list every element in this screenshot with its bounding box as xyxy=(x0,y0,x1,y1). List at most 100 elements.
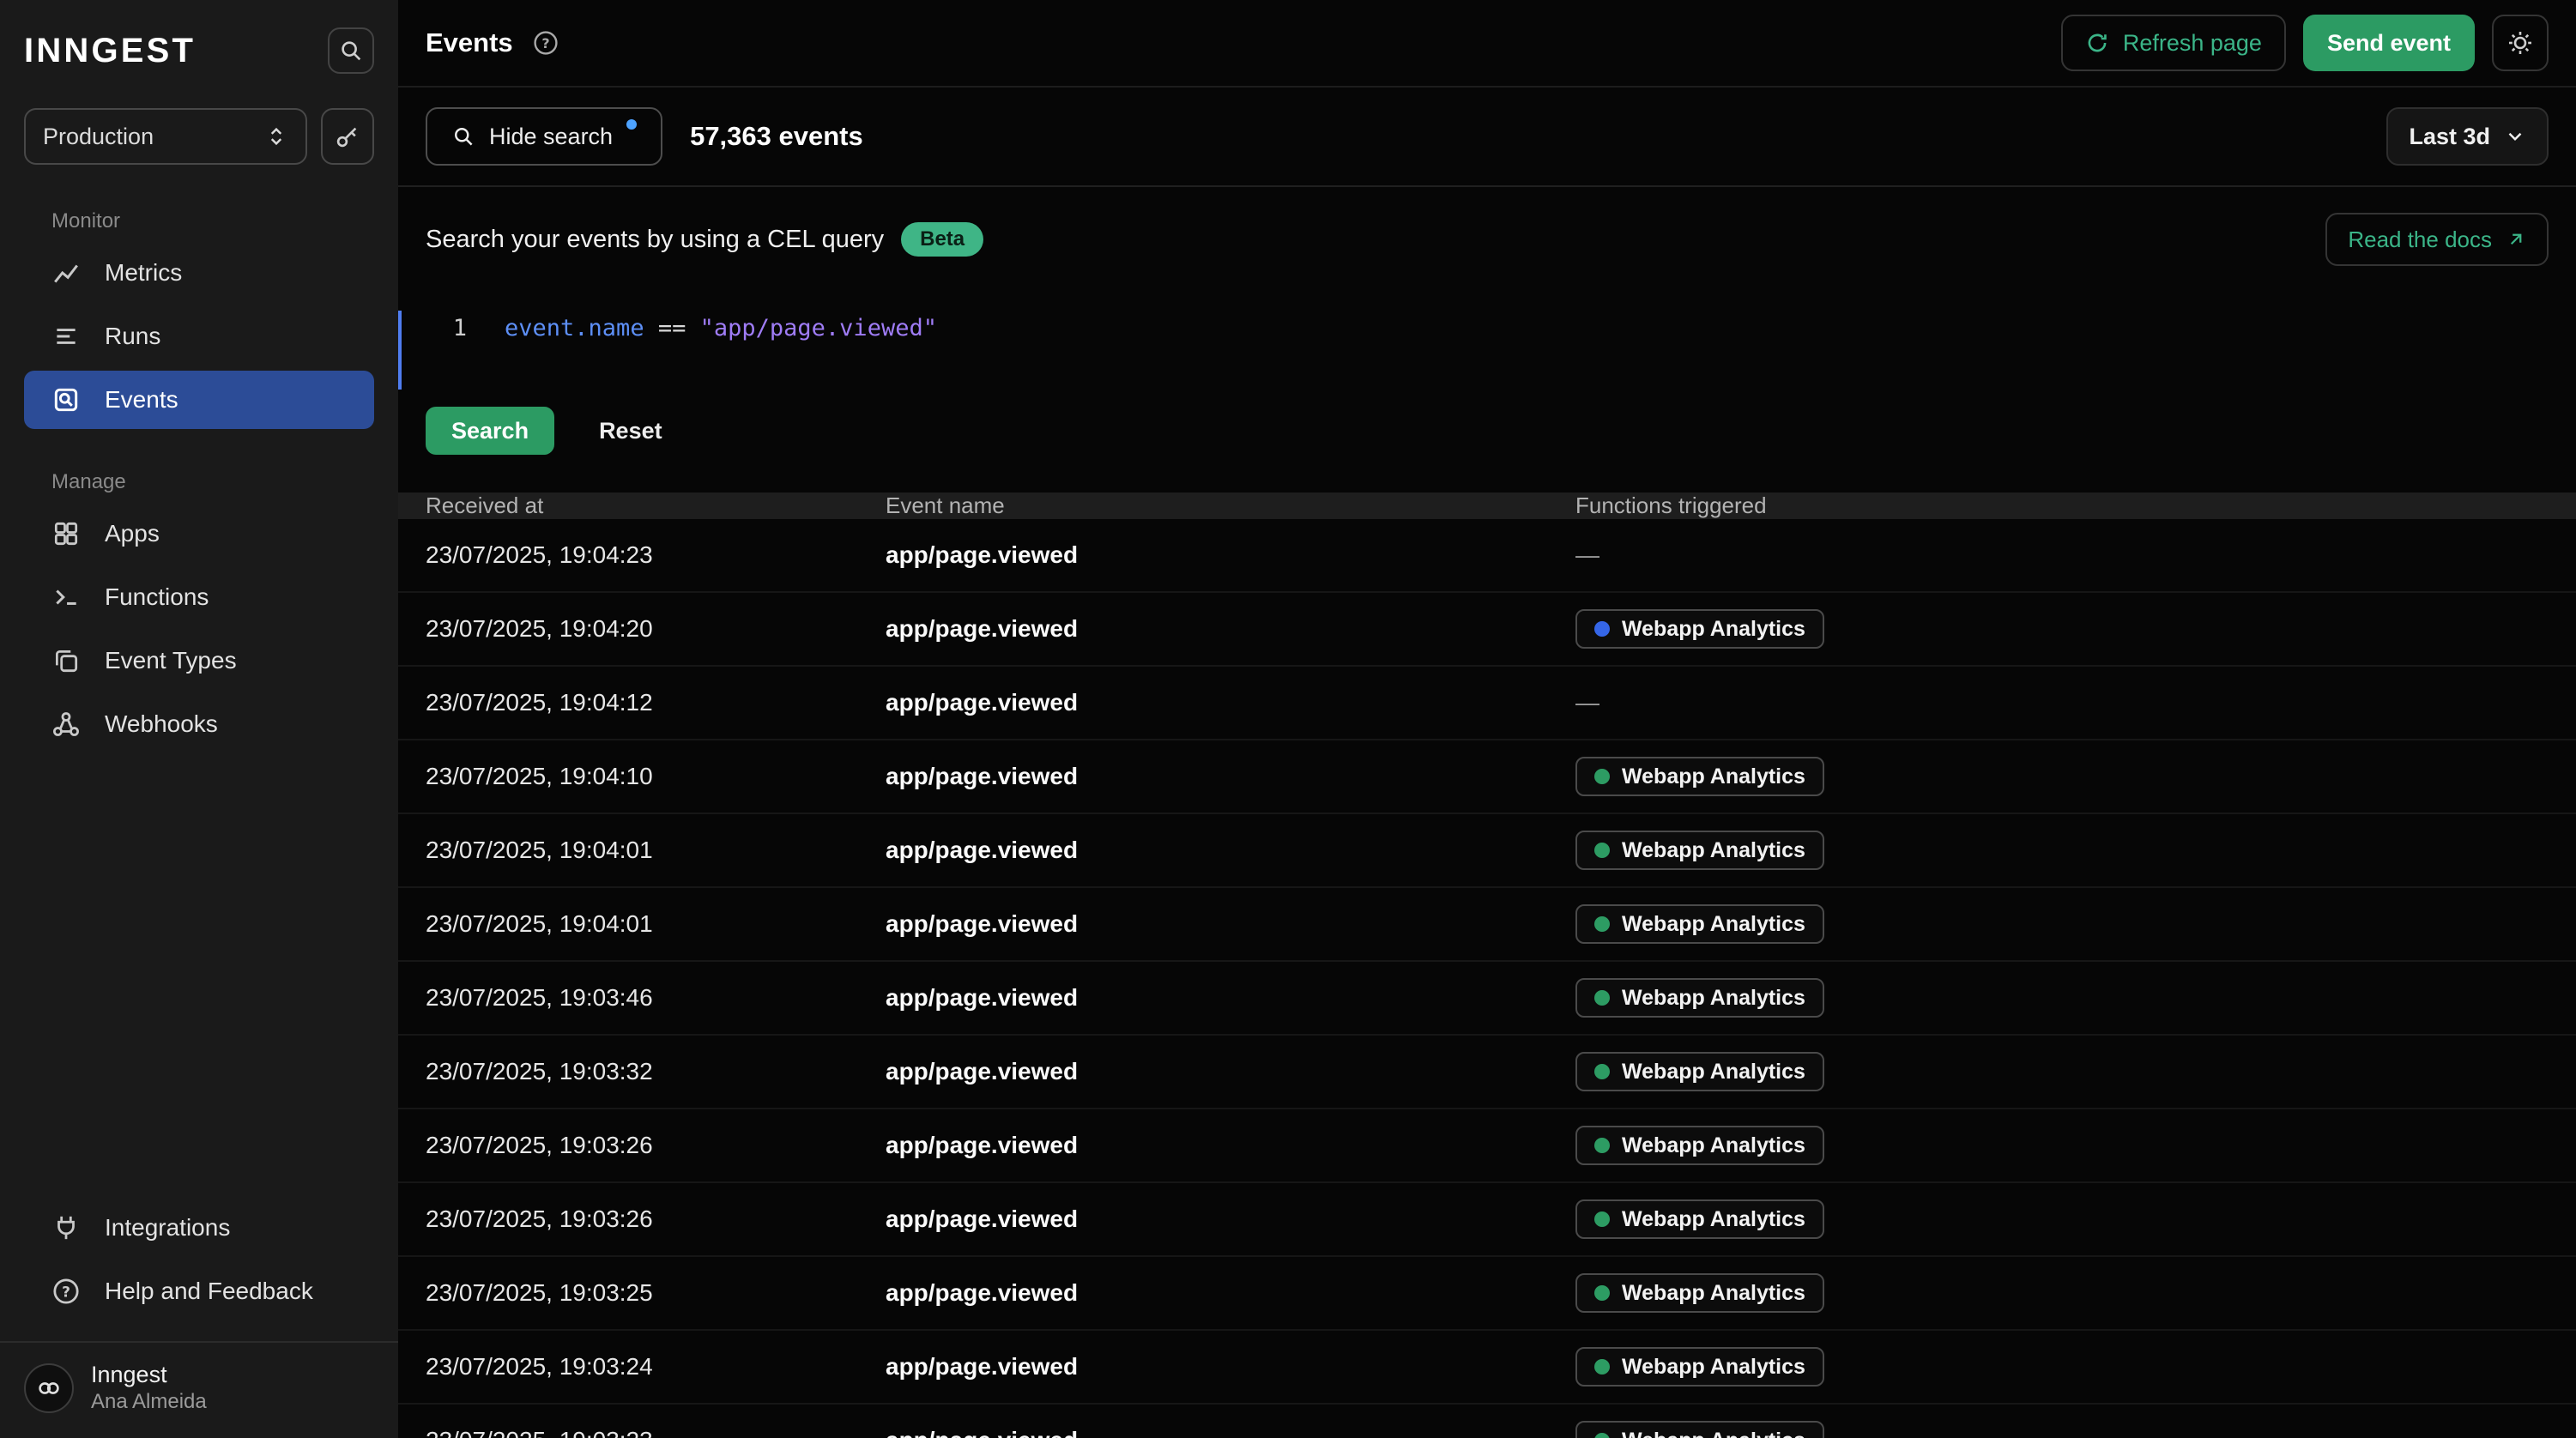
refresh-label: Refresh page xyxy=(2123,30,2262,57)
table-row[interactable]: 23/07/2025, 19:03:26 app/page.viewed Web… xyxy=(398,1109,2576,1183)
function-badge[interactable]: Webapp Analytics xyxy=(1575,1199,1824,1239)
function-badge[interactable]: Webapp Analytics xyxy=(1575,1052,1824,1091)
function-badge[interactable]: Webapp Analytics xyxy=(1575,978,1824,1018)
page-title: Events xyxy=(426,27,513,58)
cell-event-name: app/page.viewed xyxy=(886,910,1575,938)
refresh-page-button[interactable]: Refresh page xyxy=(2061,15,2286,71)
sidebar-item-functions[interactable]: Functions xyxy=(24,568,374,626)
cell-event-name: app/page.viewed xyxy=(886,1427,1575,1438)
table-header: Received at Event name Functions trigger… xyxy=(398,492,2576,519)
cell-event-name: app/page.viewed xyxy=(886,689,1575,716)
settings-button[interactable] xyxy=(2492,15,2549,71)
table-row[interactable]: 23/07/2025, 19:04:10 app/page.viewed Web… xyxy=(398,740,2576,814)
gear-icon xyxy=(2506,29,2534,57)
read-docs-button[interactable]: Read the docs xyxy=(2325,213,2549,266)
sidebar-item-integrations[interactable]: Integrations xyxy=(24,1199,374,1257)
table-row[interactable]: 23/07/2025, 19:03:26 app/page.viewed Web… xyxy=(398,1183,2576,1257)
manage-nav: Apps Functions Event Types Webhooks xyxy=(0,505,398,753)
sidebar-item-metrics[interactable]: Metrics xyxy=(24,244,374,302)
cel-panel-title: Search your events by using a CEL query xyxy=(426,226,884,254)
send-event-button[interactable]: Send event xyxy=(2303,15,2475,71)
search-button[interactable]: Search xyxy=(426,407,554,455)
cell-event-name: app/page.viewed xyxy=(886,1279,1575,1307)
status-dot xyxy=(1594,1064,1610,1079)
table-row[interactable]: 23/07/2025, 19:03:24 app/page.viewed Web… xyxy=(398,1331,2576,1405)
line-number: 1 xyxy=(436,315,467,341)
runs-icon xyxy=(51,322,81,351)
hide-search-button[interactable]: Hide search xyxy=(426,107,662,166)
section-label-monitor: Monitor xyxy=(51,209,374,233)
function-badge-label: Webapp Analytics xyxy=(1622,1355,1805,1380)
function-badge[interactable]: Webapp Analytics xyxy=(1575,609,1824,649)
cell-functions: Webapp Analytics xyxy=(1575,1126,2576,1165)
cell-event-name: app/page.viewed xyxy=(886,615,1575,643)
event-keys-button[interactable] xyxy=(321,108,374,165)
cell-received-at: 23/07/2025, 19:03:32 xyxy=(426,1058,886,1085)
sidebar-item-label: Apps xyxy=(105,520,160,547)
table-row[interactable]: 23/07/2025, 19:03:32 app/page.viewed Web… xyxy=(398,1036,2576,1109)
sidebar-item-events[interactable]: Events xyxy=(24,371,374,429)
page-help-icon[interactable]: ? xyxy=(532,29,559,57)
table-row[interactable]: 23/07/2025, 19:04:12 app/page.viewed — xyxy=(398,667,2576,740)
function-badge[interactable]: Webapp Analytics xyxy=(1575,1421,1824,1438)
page-header: Events ? Refresh page Send event xyxy=(398,0,2576,88)
function-badge[interactable]: Webapp Analytics xyxy=(1575,831,1824,870)
environment-row: Production xyxy=(0,108,398,165)
sidebar-item-label: Integrations xyxy=(105,1214,230,1242)
function-badge[interactable]: Webapp Analytics xyxy=(1575,1126,1824,1165)
function-badge[interactable]: Webapp Analytics xyxy=(1575,904,1824,944)
status-dot xyxy=(1594,1138,1610,1153)
sidebar-item-apps[interactable]: Apps xyxy=(24,505,374,563)
table-row[interactable]: 23/07/2025, 19:04:23 app/page.viewed — xyxy=(398,519,2576,593)
status-dot xyxy=(1594,1285,1610,1301)
user-menu[interactable]: Inngest Ana Almeida xyxy=(0,1341,398,1438)
cell-event-name: app/page.viewed xyxy=(886,837,1575,864)
time-range-selector[interactable]: Last 3d xyxy=(2386,107,2549,166)
cell-functions: Webapp Analytics xyxy=(1575,1347,2576,1387)
sidebar-item-webhooks[interactable]: Webhooks xyxy=(24,695,374,753)
sidebar-item-label: Events xyxy=(105,386,178,414)
sidebar-item-runs[interactable]: Runs xyxy=(24,307,374,366)
cel-query-editor[interactable]: 1 event.name == "app/page.viewed" xyxy=(426,293,2549,362)
table-row[interactable]: 23/07/2025, 19:03:23 app/page.viewed Web… xyxy=(398,1405,2576,1438)
table-row[interactable]: 23/07/2025, 19:04:01 app/page.viewed Web… xyxy=(398,888,2576,962)
svg-text:?: ? xyxy=(62,1284,70,1301)
user-info: Inngest Ana Almeida xyxy=(91,1362,207,1414)
cell-functions: — xyxy=(1575,541,2576,569)
sidebar-item-label: Help and Feedback xyxy=(105,1278,313,1305)
function-badge[interactable]: Webapp Analytics xyxy=(1575,757,1824,796)
cell-event-name: app/page.viewed xyxy=(886,1132,1575,1159)
sidebar-item-event-types[interactable]: Event Types xyxy=(24,631,374,690)
hide-search-label: Hide search xyxy=(489,124,613,150)
function-badge-label: Webapp Analytics xyxy=(1622,912,1805,937)
function-badge[interactable]: Webapp Analytics xyxy=(1575,1347,1824,1387)
sidebar-item-help[interactable]: ? Help and Feedback xyxy=(24,1262,374,1320)
column-received-at: Received at xyxy=(426,492,886,519)
table-row[interactable]: 23/07/2025, 19:04:01 app/page.viewed Web… xyxy=(398,814,2576,888)
cell-event-name: app/page.viewed xyxy=(886,1058,1575,1085)
table-row[interactable]: 23/07/2025, 19:04:20 app/page.viewed Web… xyxy=(398,593,2576,667)
function-badge-label: Webapp Analytics xyxy=(1622,764,1805,789)
cell-received-at: 23/07/2025, 19:04:12 xyxy=(426,689,886,716)
editor-focus-accent xyxy=(398,311,402,390)
header-actions: Refresh page Send event xyxy=(2061,15,2549,71)
cell-functions: Webapp Analytics xyxy=(1575,1199,2576,1239)
sidebar-search-button[interactable] xyxy=(328,27,374,74)
table-row[interactable]: 23/07/2025, 19:03:25 app/page.viewed Web… xyxy=(398,1257,2576,1331)
status-dot xyxy=(1594,843,1610,858)
cell-functions: Webapp Analytics xyxy=(1575,831,2576,870)
cel-search-panel: Search your events by using a CEL query … xyxy=(398,185,2576,479)
function-badge[interactable]: Webapp Analytics xyxy=(1575,1273,1824,1313)
reset-button[interactable]: Reset xyxy=(589,416,673,446)
key-icon xyxy=(335,124,360,149)
cell-event-name: app/page.viewed xyxy=(886,1353,1575,1381)
environment-selector[interactable]: Production xyxy=(24,108,307,165)
cell-functions: Webapp Analytics xyxy=(1575,1273,2576,1313)
sidebar-item-label: Runs xyxy=(105,323,160,350)
status-dot xyxy=(1594,621,1610,637)
notification-dot xyxy=(626,119,637,130)
cell-received-at: 23/07/2025, 19:04:23 xyxy=(426,541,886,569)
table-row[interactable]: 23/07/2025, 19:03:46 app/page.viewed Web… xyxy=(398,962,2576,1036)
cell-received-at: 23/07/2025, 19:04:01 xyxy=(426,837,886,864)
inngest-logo: INNGEST xyxy=(24,32,196,70)
